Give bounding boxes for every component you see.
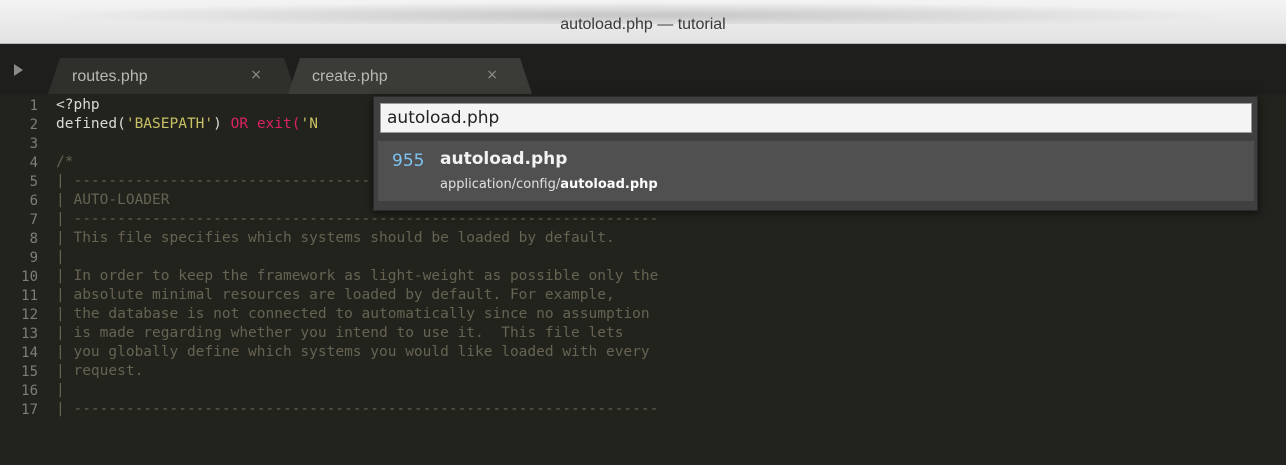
goto-anything-palette: 955 autoload.php application/config/auto…	[373, 96, 1258, 211]
tab-label: create.php	[312, 68, 388, 85]
tab-label: routes.php	[72, 68, 148, 85]
tab-create-php[interactable]: create.php ×	[288, 58, 532, 94]
path-match: autoload.php	[560, 177, 658, 192]
window-titlebar: autoload.php — tutorial	[0, 0, 1286, 44]
tab-close-icon[interactable]: ×	[486, 67, 498, 83]
tab-routes-php[interactable]: routes.php ×	[48, 58, 296, 94]
result-line-count: 955	[392, 151, 425, 171]
palette-result-item[interactable]: 955 autoload.php application/config/auto…	[378, 141, 1254, 201]
tab-bar: routes.php × create.php ×	[0, 44, 1286, 94]
tab-close-icon[interactable]: ×	[250, 67, 262, 83]
palette-search-input[interactable]	[380, 103, 1252, 133]
path-prefix: application/config/	[440, 177, 561, 192]
sidebar-toggle-icon[interactable]	[14, 64, 23, 76]
result-file-path: application/config/autoload.php	[440, 177, 658, 192]
result-file-name: autoload.php	[440, 149, 568, 169]
window-title: autoload.php — tutorial	[560, 16, 726, 33]
